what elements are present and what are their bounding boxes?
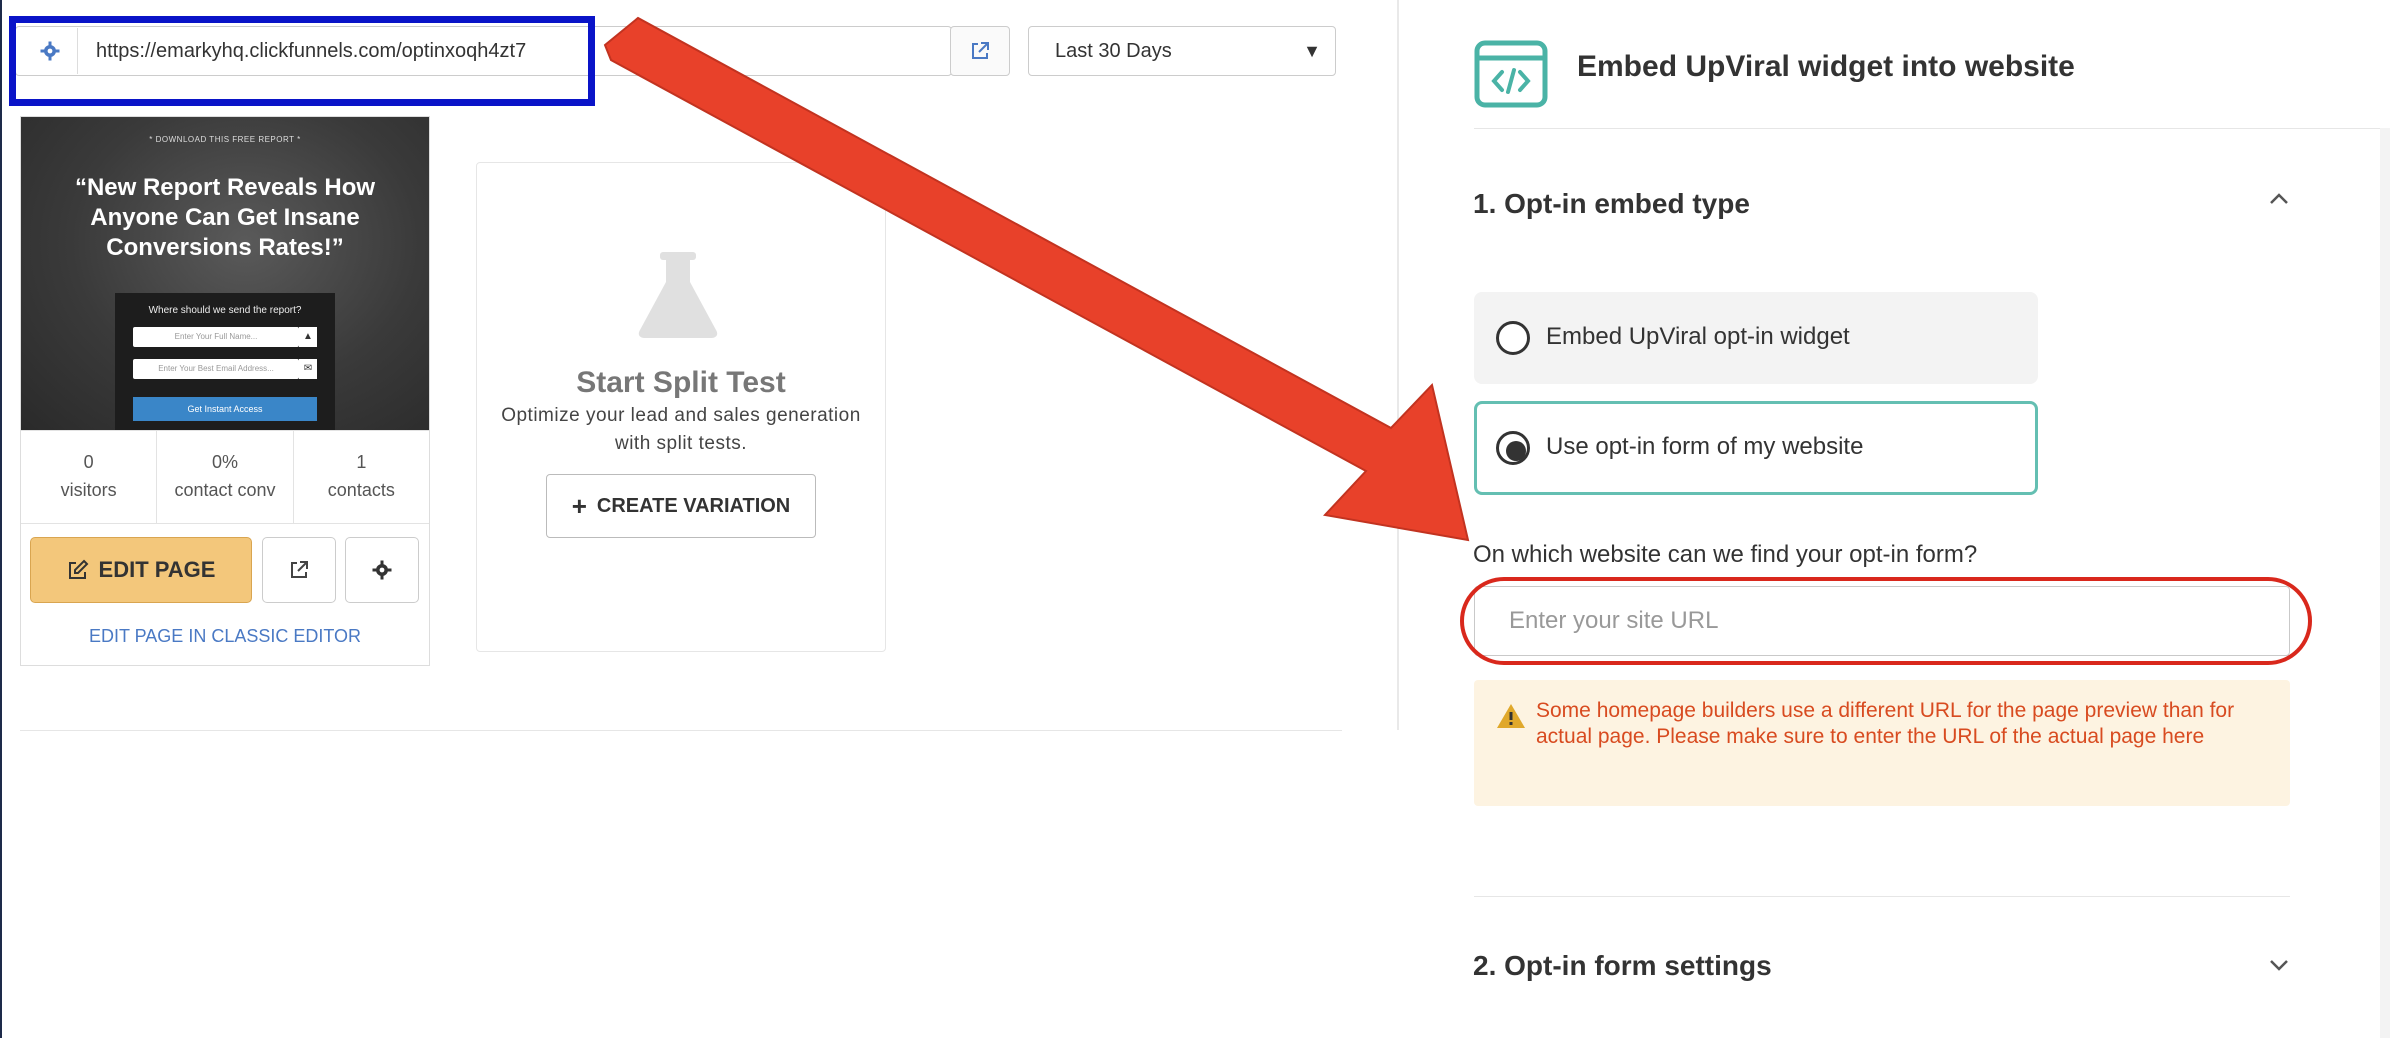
split-test-title: Start Split Test: [576, 366, 786, 399]
thumbnail-submit-button: Get Instant Access: [133, 397, 317, 421]
external-link-icon: [291, 561, 308, 578]
thumbnail-form: Where should we send the report? Enter Y…: [115, 293, 335, 430]
stat-label: visitors: [60, 480, 117, 500]
thumbnail-headline: “New Report Reveals How Anyone Can Get I…: [74, 174, 376, 261]
stat-visitors: 0 visitors: [21, 431, 158, 523]
warning-text: Some homepage builders use a different U…: [1536, 699, 2235, 748]
page-thumbnail[interactable]: * DOWNLOAD THIS FREE REPORT * “New Repor…: [21, 117, 429, 430]
radio-selected-dot: [1506, 441, 1526, 461]
flask-icon: [638, 252, 718, 338]
section-divider: [1474, 896, 2290, 897]
thumbnail-name-field: Enter Your Full Name...: [133, 327, 299, 347]
stat-label: contacts: [327, 480, 395, 500]
page-stats: 0 visitors 0% contact conv 1 contacts: [21, 430, 429, 524]
code-window-icon: [1474, 40, 1548, 108]
split-test-description: Optimize your lead and sales generation …: [501, 405, 861, 454]
radio-own-form[interactable]: [1496, 431, 1530, 465]
url-annotation-box: [9, 16, 595, 106]
edit-page-label: EDIT PAGE: [98, 557, 216, 582]
open-page-button[interactable]: [262, 537, 336, 603]
user-icon: ▲: [299, 327, 317, 347]
stat-contact-conv: 0% contact conv: [157, 431, 294, 523]
caret-down-icon: ▼: [1303, 41, 1321, 61]
chevron-down-icon[interactable]: [2266, 952, 2292, 978]
option-own-form-label: Use opt-in form of my website: [1546, 433, 1864, 460]
thumbnail-eyebrow: * DOWNLOAD THIS FREE REPORT *: [149, 135, 301, 144]
stat-value: 0%: [211, 452, 238, 472]
window-edge: [0, 0, 2, 1038]
panel-title: Embed UpViral widget into website: [1577, 50, 2075, 83]
gear-icon: [372, 560, 392, 580]
thumbnail-email-field: Enter Your Best Email Address...: [133, 359, 299, 379]
panel-header-divider: [1474, 128, 2390, 129]
thumbnail-form-question: Where should we send the report?: [148, 305, 302, 316]
option-embed-widget-label: Embed UpViral opt-in widget: [1546, 323, 1850, 350]
warning-icon: [1497, 704, 1525, 728]
create-variation-button[interactable]: + CREATE VARIATION: [546, 474, 816, 538]
date-range-value: Last 30 Days: [1055, 39, 1172, 62]
edit-icon: [68, 559, 88, 579]
stat-value: 0: [83, 452, 94, 472]
stat-value: 1: [356, 452, 367, 472]
option-own-form[interactable]: Use opt-in form of my website: [1474, 401, 2038, 495]
create-variation-label: CREATE VARIATION: [596, 494, 791, 517]
open-url-button[interactable]: [950, 26, 1010, 76]
section-form-settings-title[interactable]: 2. Opt-in form settings: [1473, 950, 1772, 982]
panel-divider: [1397, 0, 1399, 730]
stat-label: contact conv: [174, 480, 276, 500]
external-link-icon: [972, 42, 989, 59]
section-embed-type-title[interactable]: 1. Opt-in embed type: [1473, 188, 1750, 220]
panel-scroll-rail: [2380, 128, 2390, 1038]
plus-icon: +: [571, 491, 587, 521]
content-divider: [20, 730, 1342, 731]
page-settings-button[interactable]: [345, 537, 419, 603]
radio-embed-widget[interactable]: [1496, 321, 1530, 355]
stat-contacts: 1 contacts: [294, 431, 429, 523]
edit-page-button[interactable]: EDIT PAGE: [30, 537, 252, 603]
site-url-label: On which website can we find your opt-in…: [1473, 541, 1978, 568]
date-range-select[interactable]: Last 30 Days ▼: [1028, 26, 1336, 76]
envelope-icon: ✉: [299, 359, 317, 379]
input-annotation-circle: [1460, 577, 2312, 665]
classic-editor-link[interactable]: EDIT PAGE IN CLASSIC EDITOR: [20, 626, 430, 647]
option-embed-widget[interactable]: Embed UpViral opt-in widget: [1474, 292, 2038, 384]
chevron-up-icon[interactable]: [2266, 186, 2292, 212]
